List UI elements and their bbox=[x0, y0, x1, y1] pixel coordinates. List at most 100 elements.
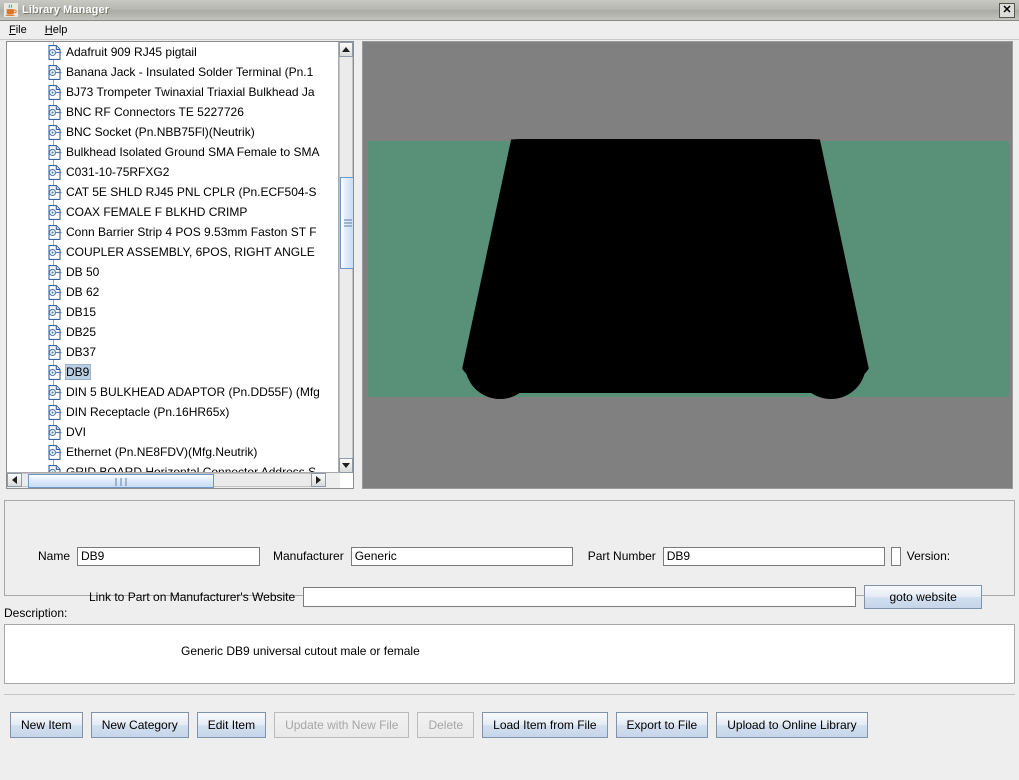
split-pane-divider[interactable] bbox=[354, 41, 362, 489]
tree-expand-handle-icon[interactable] bbox=[49, 168, 62, 177]
manufacturer-input[interactable] bbox=[350, 546, 573, 566]
tree-expand-handle-icon[interactable] bbox=[49, 288, 62, 297]
tree-item[interactable]: COUPLER ASSEMBLY, 6POS, RIGHT ANGLE bbox=[7, 242, 340, 262]
tree-expand-handle-icon[interactable] bbox=[49, 448, 62, 457]
tree-item[interactable]: BNC Socket (Pn.NBB75Fl)(Neutrik) bbox=[7, 122, 340, 142]
action-button-export-to-file[interactable]: Export to File bbox=[615, 712, 709, 738]
horizontal-thumb-grip-icon bbox=[114, 478, 129, 486]
tree-expand-handle-icon[interactable] bbox=[49, 328, 62, 337]
tree-item-label: Adafruit 909 RJ45 pigtail bbox=[66, 45, 197, 59]
tree-expand-handle-icon[interactable] bbox=[49, 88, 62, 97]
tree-vertical-scrollbar[interactable] bbox=[338, 42, 353, 473]
tree-item[interactable]: DIN Receptacle (Pn.16HR65x) bbox=[7, 402, 340, 422]
tree-expand-handle-icon[interactable] bbox=[49, 268, 62, 277]
parts-tree: Adafruit 909 RJ45 pigtail Banana Jack - I… bbox=[7, 42, 340, 473]
vertical-scroll-track[interactable] bbox=[339, 57, 353, 458]
tree-item[interactable]: Ethernet (Pn.NE8FDV)(Mfg.Neutrik) bbox=[7, 442, 340, 462]
tree-item[interactable]: Banana Jack - Insulated Solder Terminal … bbox=[7, 62, 340, 82]
tree-item-label: COUPLER ASSEMBLY, 6POS, RIGHT ANGLE bbox=[66, 245, 315, 259]
tree-expand-handle-icon[interactable] bbox=[49, 148, 62, 157]
tree-item-label: DB15 bbox=[66, 305, 97, 319]
tree-item[interactable]: DB 62 bbox=[7, 282, 340, 302]
tree-expand-handle-icon[interactable] bbox=[49, 408, 62, 417]
tree-item-label: DIN 5 BULKHEAD ADAPTOR (Pn.DD55F) (Mfg bbox=[66, 385, 320, 399]
tree-expand-handle-icon[interactable] bbox=[49, 108, 62, 117]
tree-item-label: COAX FEMALE F BLKHD CRIMP bbox=[66, 205, 248, 219]
tree-expand-handle-icon[interactable] bbox=[49, 348, 62, 357]
tree-expand-handle-icon[interactable] bbox=[49, 208, 62, 217]
fields-row-primary: Name Manufacturer Part Number Version: bbox=[5, 545, 1014, 567]
action-button-new-item[interactable]: New Item bbox=[10, 712, 83, 738]
tree-item[interactable]: C031-10-75RFXG2 bbox=[7, 162, 340, 182]
tree-item[interactable]: DIN 5 BULKHEAD ADAPTOR (Pn.DD55F) (Mfg bbox=[7, 382, 340, 402]
part-details-pane: Name Manufacturer Part Number Version: L… bbox=[0, 494, 1019, 780]
tree-item[interactable]: DB15 bbox=[7, 302, 340, 322]
tree-horizontal-scrollbar[interactable] bbox=[7, 472, 340, 488]
tree-expand-handle-icon[interactable] bbox=[49, 248, 62, 257]
name-label: Name bbox=[38, 549, 71, 563]
website-link-input[interactable] bbox=[303, 587, 857, 607]
manufacturer-label: Manufacturer bbox=[273, 549, 344, 563]
vertical-scroll-thumb[interactable] bbox=[340, 177, 353, 269]
tree-item-label: DIN Receptacle (Pn.16HR65x) bbox=[66, 405, 230, 419]
tree-expand-handle-icon[interactable] bbox=[49, 68, 62, 77]
tree-item-label: DB9 bbox=[65, 364, 92, 380]
tree-expand-handle-icon[interactable] bbox=[49, 428, 62, 437]
action-button-upload-to-online-library[interactable]: Upload to Online Library bbox=[716, 712, 868, 738]
vertical-thumb-grip-icon bbox=[344, 218, 352, 229]
tree-item[interactable]: Conn Barrier Strip 4 POS 9.53mm Faston S… bbox=[7, 222, 340, 242]
close-icon[interactable]: ✕ bbox=[999, 2, 1015, 18]
tree-item[interactable]: DB25 bbox=[7, 322, 340, 342]
tree-item[interactable]: Adafruit 909 RJ45 pigtail bbox=[7, 42, 340, 62]
close-glyph: ✕ bbox=[1002, 3, 1012, 16]
scroll-down-arrow-icon[interactable] bbox=[339, 458, 353, 473]
menu-item-file[interactable]: File bbox=[0, 22, 36, 38]
description-box: Generic DB9 universal cutout male or fem… bbox=[4, 624, 1015, 684]
action-button-load-item-from-file[interactable]: Load Item from File bbox=[482, 712, 608, 738]
tree-expand-handle-icon[interactable] bbox=[49, 188, 62, 197]
tree-item-label: DB 62 bbox=[66, 285, 100, 299]
action-button-delete: Delete bbox=[417, 712, 475, 738]
tree-item[interactable]: COAX FEMALE F BLKHD CRIMP bbox=[7, 202, 340, 222]
action-button-strip: New Item New Category Edit Item Update with… bbox=[4, 694, 1015, 771]
title-bar: Library Manager ✕ bbox=[0, 0, 1019, 21]
tree-item-label: Conn Barrier Strip 4 POS 9.53mm Faston S… bbox=[66, 225, 317, 239]
scroll-up-arrow-icon[interactable] bbox=[339, 42, 353, 57]
tree-item[interactable]: BNC RF Connectors TE 5227726 bbox=[7, 102, 340, 122]
horizontal-scroll-thumb[interactable] bbox=[28, 474, 214, 488]
goto-website-button[interactable]: goto website bbox=[864, 585, 983, 609]
tree-item-label: DB 50 bbox=[66, 265, 100, 279]
tree-item[interactable]: DB 50 bbox=[7, 262, 340, 282]
preview-screw-hole-right bbox=[796, 329, 866, 399]
horizontal-scroll-track[interactable] bbox=[22, 473, 311, 488]
action-button-edit-item[interactable]: Edit Item bbox=[196, 712, 267, 738]
version-input[interactable] bbox=[890, 546, 901, 566]
tree-item[interactable]: DB9 bbox=[7, 362, 340, 382]
scroll-left-arrow-icon[interactable] bbox=[7, 473, 22, 487]
part-image-preview bbox=[362, 41, 1013, 489]
parts-tree-viewport[interactable]: Adafruit 909 RJ45 pigtail Banana Jack - I… bbox=[7, 42, 340, 473]
tree-item[interactable]: CAT 5E SHLD RJ45 PNL CPLR (Pn.ECF504-S bbox=[7, 182, 340, 202]
action-button-new-category[interactable]: New Category bbox=[90, 712, 189, 738]
tree-item-label: BNC RF Connectors TE 5227726 bbox=[66, 105, 244, 119]
menu-item-help[interactable]: Help bbox=[36, 22, 77, 38]
tree-expand-handle-icon[interactable] bbox=[49, 128, 62, 137]
part-number-label: Part Number bbox=[587, 549, 656, 563]
tree-expand-handle-icon[interactable] bbox=[49, 308, 62, 317]
tree-expand-handle-icon[interactable] bbox=[49, 228, 62, 237]
tree-item[interactable]: DB37 bbox=[7, 342, 340, 362]
tree-expand-handle-icon[interactable] bbox=[49, 388, 62, 397]
window-title: Library Manager bbox=[22, 4, 110, 16]
tree-item[interactable]: BJ73 Trompeter Twinaxial Triaxial Bulkhe… bbox=[7, 82, 340, 102]
tree-expand-handle-icon[interactable] bbox=[49, 48, 62, 57]
tree-item[interactable]: Bulkhead Isolated Ground SMA Female to S… bbox=[7, 142, 340, 162]
name-input[interactable] bbox=[77, 546, 261, 566]
scroll-right-arrow-icon[interactable] bbox=[311, 473, 326, 487]
part-number-input[interactable] bbox=[662, 546, 885, 566]
tree-expand-handle-icon[interactable] bbox=[49, 368, 62, 377]
website-link-label: Link to Part on Manufacturer's Website bbox=[89, 590, 296, 604]
description-text: Generic DB9 universal cutout male or fem… bbox=[181, 644, 420, 658]
preview-connector-holes bbox=[457, 139, 874, 399]
tree-item-label: CAT 5E SHLD RJ45 PNL CPLR (Pn.ECF504-S bbox=[66, 185, 317, 199]
tree-item[interactable]: DVI bbox=[7, 422, 340, 442]
